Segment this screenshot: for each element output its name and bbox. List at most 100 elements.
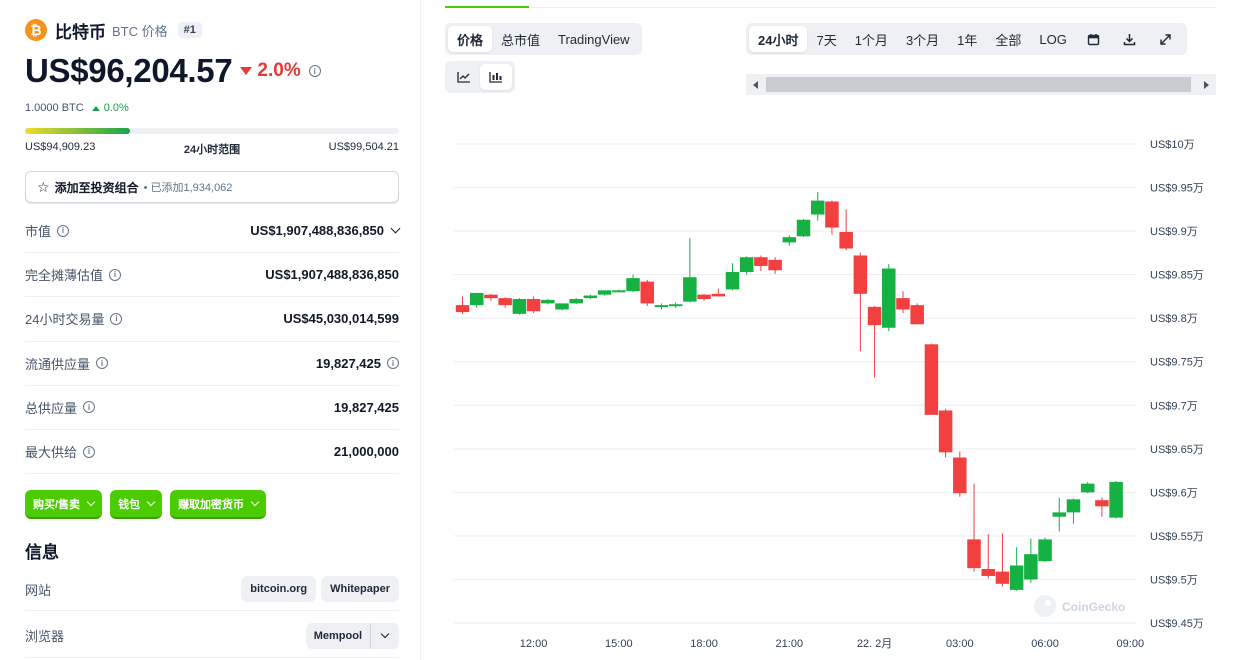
candlestick[interactable] xyxy=(739,256,754,275)
candlestick[interactable] xyxy=(697,293,711,301)
price-row: US$96,204.57 2.0% i xyxy=(25,52,321,90)
candlestick[interactable] xyxy=(938,408,953,458)
btc-price: 1.0000 BTC xyxy=(25,102,84,114)
candlestick[interactable] xyxy=(825,200,839,235)
candle-body xyxy=(711,293,726,297)
candlestick[interactable] xyxy=(654,303,669,310)
candle-body xyxy=(1024,554,1038,580)
candlestick[interactable] xyxy=(512,298,527,315)
candlestick[interactable] xyxy=(910,303,924,325)
candlestick[interactable] xyxy=(1109,481,1123,519)
candlestick[interactable] xyxy=(569,298,583,305)
info-icon[interactable]: i xyxy=(308,65,321,77)
candlestick[interactable] xyxy=(612,289,626,293)
candlestick[interactable] xyxy=(882,264,896,332)
info-icon[interactable]: i xyxy=(57,224,70,237)
candle-body xyxy=(469,292,484,306)
candle-body xyxy=(924,344,939,415)
candlestick[interactable] xyxy=(924,343,939,415)
coin-symbol-label: BTC 价格 xyxy=(112,23,168,39)
candlestick[interactable] xyxy=(1095,497,1109,517)
candlestick[interactable] xyxy=(796,218,811,238)
market-cap-dropdown[interactable]: US$1,907,488,836,850 xyxy=(250,223,401,238)
candlestick[interactable] xyxy=(541,299,555,305)
candlestick[interactable] xyxy=(967,483,981,572)
candlestick[interactable] xyxy=(995,533,1010,587)
candlestick[interactable] xyxy=(668,302,683,308)
info-icon[interactable]: i xyxy=(83,401,96,414)
candlestick[interactable] xyxy=(498,297,512,308)
candle-body xyxy=(796,219,811,237)
candlestick[interactable] xyxy=(896,291,910,313)
price-candlestick-chart: US$10万 US$9.95万 US$9.9万 US$9.85万 US$9.8万 US$9… xyxy=(454,139,1204,650)
candlestick[interactable] xyxy=(455,296,470,314)
candlestick[interactable] xyxy=(1066,498,1081,524)
candlestick[interactable] xyxy=(526,296,541,313)
candle-body xyxy=(1080,483,1095,493)
x-tick-label: 09:00 xyxy=(1117,638,1145,650)
candle-body xyxy=(640,281,654,304)
buy-sell-button[interactable]: 购买/售卖 xyxy=(25,490,103,519)
candlestick[interactable] xyxy=(853,252,868,352)
btc-change-value: 0.0% xyxy=(103,102,129,114)
add-to-portfolio-button[interactable]: ☆ 添加至投资组合 • 已添加1,934,062 xyxy=(25,171,399,203)
stat-row-circulating: 流通供应量 i 19,827,425 i xyxy=(25,342,399,386)
candlestick[interactable] xyxy=(768,257,782,274)
info-icon[interactable]: i xyxy=(96,357,109,370)
info-icon[interactable]: i xyxy=(109,268,122,281)
stat-row-max-supply: 最大供给 i 21,000,000 xyxy=(25,430,399,475)
stat-label: 流通供应量 xyxy=(25,356,91,372)
candlestick[interactable] xyxy=(711,288,726,297)
candlestick[interactable] xyxy=(953,451,967,497)
whitepaper-link[interactable]: Whitepaper xyxy=(321,576,399,602)
candlestick[interactable] xyxy=(810,191,825,221)
wallet-button[interactable]: 钱包 xyxy=(110,490,163,519)
y-tick-label: US$9.7万 xyxy=(1150,400,1198,412)
info-icon[interactable]: i xyxy=(387,357,399,370)
range-low: US$94,909.23 xyxy=(25,141,96,153)
watermark-text: CoinGecko xyxy=(1062,600,1125,614)
website-link[interactable]: bitcoin.org xyxy=(241,576,317,602)
candlestick[interactable] xyxy=(1052,497,1067,532)
candle-body xyxy=(512,299,527,314)
candle-body xyxy=(768,259,782,271)
bitcoin-logo-icon: ₿ xyxy=(25,19,47,41)
earn-crypto-button[interactable]: 赚取加密货币 xyxy=(170,490,267,519)
range-label: 24小时范围 xyxy=(183,144,241,156)
candlestick[interactable] xyxy=(626,274,640,293)
candlestick[interactable] xyxy=(597,290,612,296)
candlestick[interactable] xyxy=(839,209,853,251)
current-price: US$96,204.57 xyxy=(25,52,233,89)
candlestick[interactable] xyxy=(1024,538,1038,583)
chevron-down-icon xyxy=(250,497,260,506)
candlestick[interactable] xyxy=(867,305,882,378)
candlestick[interactable] xyxy=(469,292,484,308)
candlestick[interactable] xyxy=(484,293,498,301)
candle-body xyxy=(1009,565,1024,590)
candlestick[interactable] xyxy=(981,534,995,579)
stat-row-market-cap: 市值 i US$1,907,488,836,850 xyxy=(25,209,401,254)
info-icon[interactable]: i xyxy=(83,445,96,458)
candlestick[interactable] xyxy=(1009,547,1024,591)
down-triangle-icon xyxy=(240,67,253,75)
chevron-down-icon xyxy=(380,629,390,639)
candlestick[interactable] xyxy=(754,255,768,272)
explorer-link[interactable]: Mempool xyxy=(306,622,371,649)
info-icon[interactable]: i xyxy=(110,312,123,325)
candlestick[interactable] xyxy=(1080,481,1095,494)
explorer-dropdown[interactable] xyxy=(371,623,399,649)
candlestick[interactable] xyxy=(782,235,797,246)
candle-body xyxy=(484,294,498,299)
candle-body xyxy=(853,255,868,294)
candlestick[interactable] xyxy=(640,279,654,306)
candle-body xyxy=(1109,481,1123,518)
candlestick[interactable] xyxy=(555,303,569,311)
candle-body xyxy=(1052,512,1067,517)
stat-value: US$45,030,014,599 xyxy=(283,311,399,327)
y-tick-label: US$9.6万 xyxy=(1150,487,1198,499)
candlestick[interactable] xyxy=(683,238,697,303)
candlestick[interactable] xyxy=(583,294,598,300)
candlestick[interactable] xyxy=(1038,537,1052,563)
stat-row-total-supply: 总供应量 i 19,827,425 xyxy=(25,386,399,430)
candlestick[interactable] xyxy=(725,263,740,291)
